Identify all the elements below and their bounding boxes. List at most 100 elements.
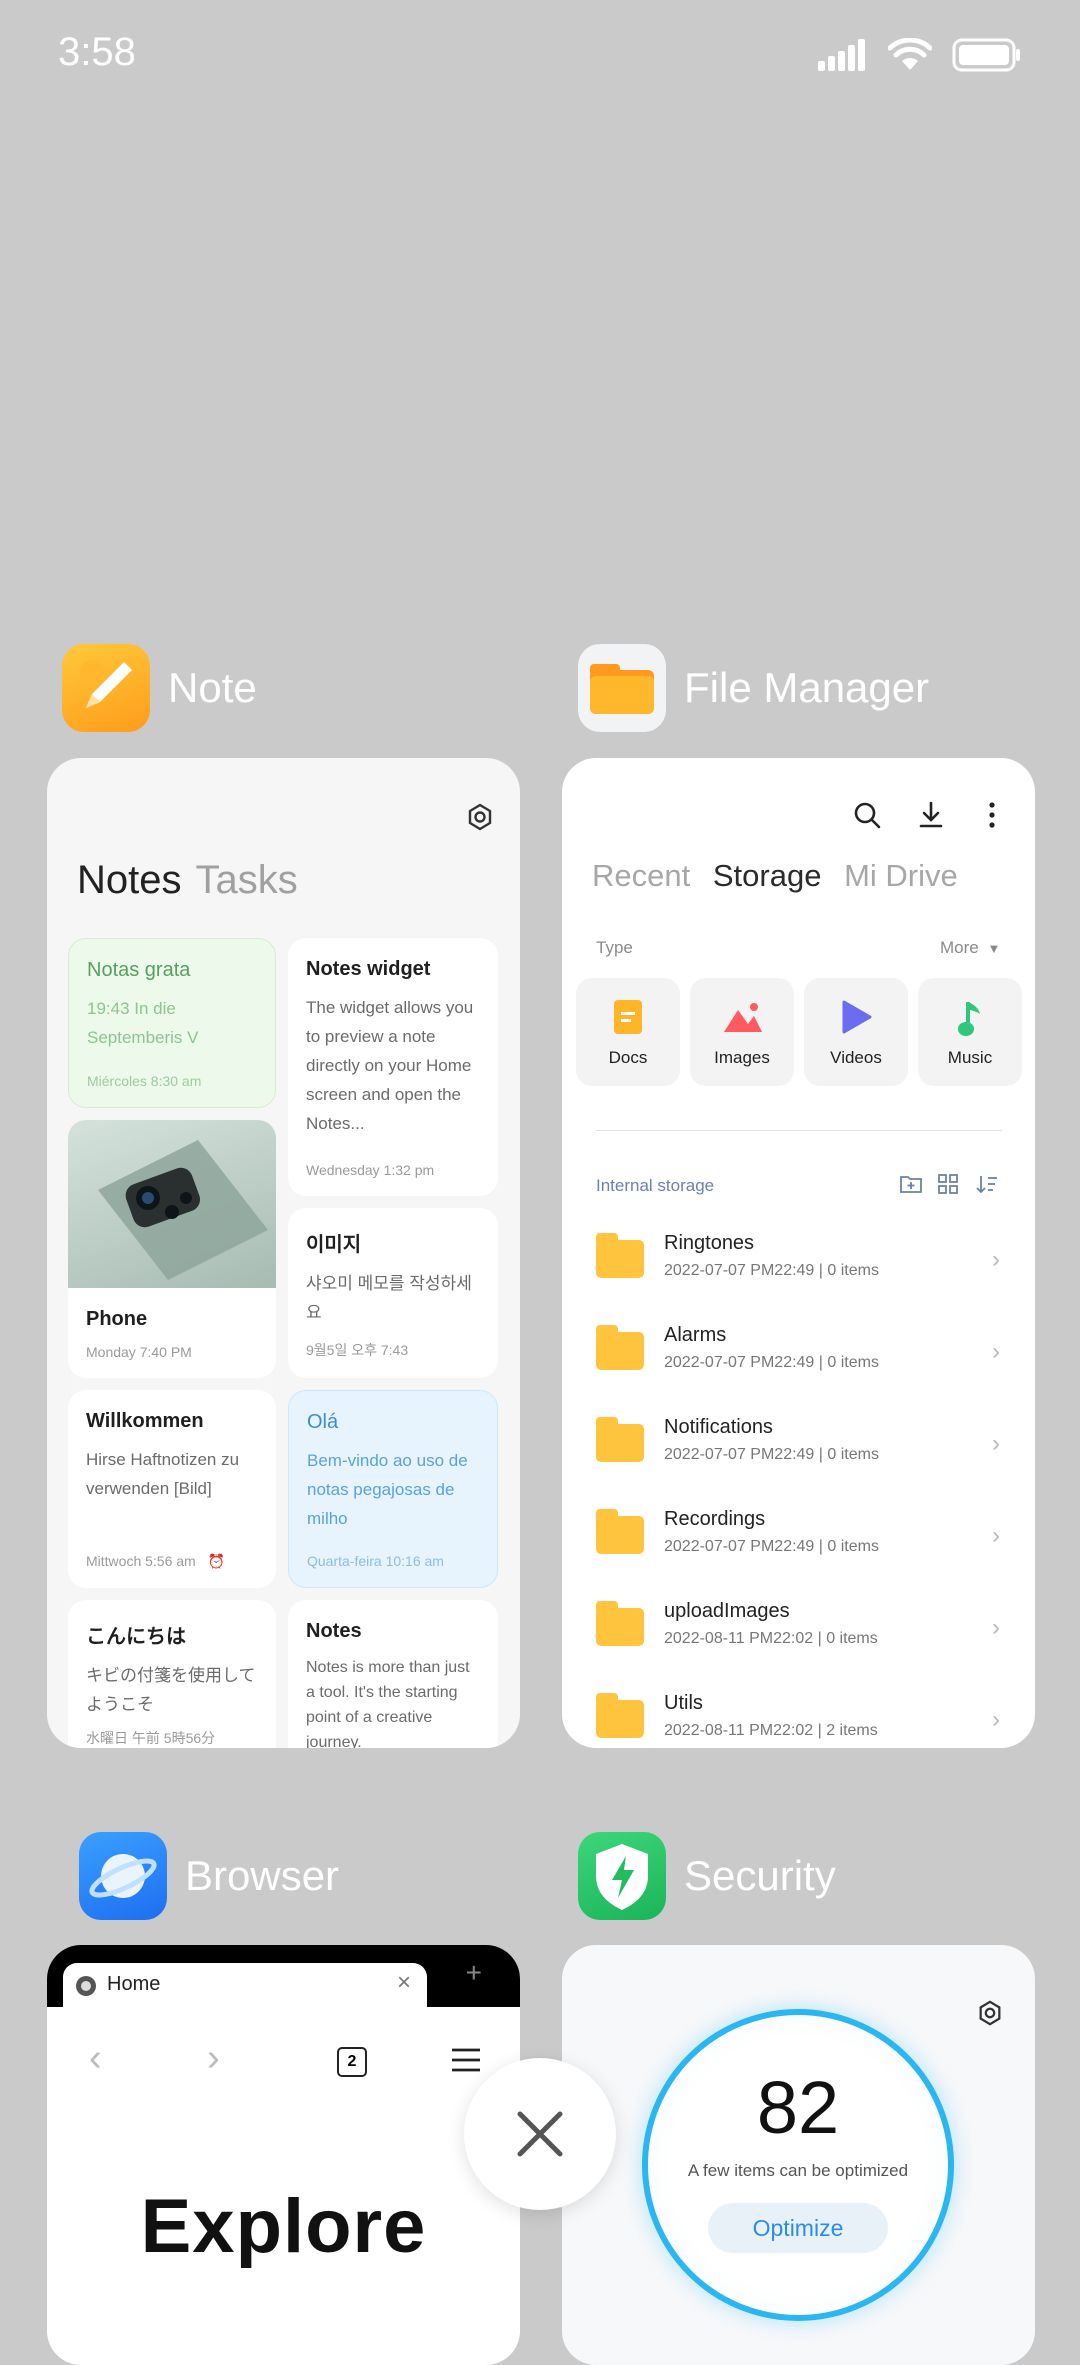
tab-tasks[interactable]: Tasks: [196, 858, 298, 902]
note-title: Notas grata: [87, 959, 191, 981]
folder-row[interactable]: Alarms 2022-07-07 PM22:49 | 0 items ›: [596, 1322, 1006, 1384]
note-card[interactable]: こんにちは キビの付箋を使用してようこそ 水曜日 午前 5時56分: [68, 1600, 276, 1748]
grid-view-icon[interactable]: [938, 1174, 958, 1194]
folder-name: Recordings: [664, 1508, 766, 1530]
file-manager-tabs: Recent Storage Mi Drive: [592, 858, 958, 894]
optimize-button[interactable]: Optimize: [708, 2203, 888, 2253]
note-title: Notes widget: [306, 958, 431, 980]
search-icon[interactable]: [852, 800, 882, 830]
chevron-down-icon: ▼: [987, 941, 1001, 956]
new-folder-icon[interactable]: [900, 1174, 922, 1194]
globe-icon: [76, 1976, 96, 1996]
browser-tab[interactable]: Home ×: [63, 1963, 427, 2007]
folder-row[interactable]: Recordings 2022-07-07 PM22:49 | 0 items …: [596, 1506, 1006, 1568]
type-videos-label: Videos: [830, 1048, 882, 1067]
note-date: Monday 7:40 PM: [86, 1344, 192, 1360]
note-date-text: Mittwoch 5:56 am: [86, 1553, 196, 1569]
status-time: 3:58: [58, 30, 136, 74]
folder-name: uploadImages: [664, 1600, 790, 1622]
more-label: More: [940, 938, 979, 957]
note-app-card[interactable]: Notes Tasks Notas grata 19:43 In die Sept…: [47, 758, 520, 1748]
file-manager-app-header[interactable]: File Manager: [578, 644, 929, 732]
chevron-right-icon: ›: [992, 1614, 1000, 1641]
note-body: 샤오미 메모를 작성하세요: [306, 1274, 472, 1322]
note-date: Quarta-feira 10:16 am: [307, 1553, 444, 1569]
videos-icon: [842, 1000, 872, 1034]
note-body: Bem-vindo ao uso de notas pegajosas de m…: [307, 1451, 468, 1528]
note-card[interactable]: Phone Monday 7:40 PM: [68, 1120, 276, 1378]
note-body: Notes is more than just a tool. It's the…: [306, 1659, 470, 1748]
folder-name: Utils: [664, 1692, 703, 1714]
note-body: The widget allows you to preview a note …: [306, 998, 474, 1133]
more-options-icon[interactable]: [982, 800, 1002, 830]
folder-name: Ringtones: [664, 1232, 755, 1254]
security-subtitle: A few items can be optimized: [687, 2161, 909, 2180]
folder-row[interactable]: uploadImages 2022-08-11 PM22:02 | 0 item…: [596, 1598, 1006, 1660]
wifi-icon: [888, 38, 932, 70]
folder-icon: [596, 1693, 644, 1738]
chevron-right-icon: ›: [992, 1430, 1000, 1457]
new-tab-icon[interactable]: +: [466, 1957, 482, 1989]
forward-icon[interactable]: ›: [207, 2037, 220, 2080]
tab-recent[interactable]: Recent: [592, 858, 690, 893]
chevron-right-icon: ›: [992, 1338, 1000, 1365]
card-clip: [562, 1748, 1035, 1808]
back-icon[interactable]: ‹: [89, 2037, 102, 2080]
note-date: 9월5일 오후 7:43: [306, 1342, 409, 1358]
tab-count-button[interactable]: 2: [337, 2047, 367, 2077]
signal-icon: [818, 39, 865, 71]
download-icon[interactable]: [916, 800, 946, 830]
menu-icon[interactable]: [451, 2047, 481, 2073]
browser-app-card[interactable]: Home × + ‹ › 2 Explore: [47, 1945, 520, 2365]
status-icons: [818, 38, 1022, 72]
folder-icon: [596, 1601, 644, 1646]
folder-meta: 2022-07-07 PM22:49 | 0 items: [664, 1538, 879, 1555]
note-app-icon: [62, 644, 150, 732]
security-app-card[interactable]: 82 A few items can be optimized Optimize: [562, 1945, 1035, 2365]
browser-app-header[interactable]: Browser: [79, 1832, 339, 1920]
type-music[interactable]: Music: [918, 978, 1022, 1086]
chevron-right-icon: ›: [992, 1246, 1000, 1273]
security-app-icon: [578, 1832, 666, 1920]
type-images[interactable]: Images: [690, 978, 794, 1086]
close-icon: [517, 2111, 563, 2157]
note-card[interactable]: 이미지 샤오미 메모를 작성하세요 9월5일 오후 7:43: [288, 1208, 498, 1378]
settings-icon[interactable]: [976, 1999, 1004, 2027]
tab-notes[interactable]: Notes: [77, 858, 182, 902]
browser-tab-title: Home: [107, 1973, 161, 1995]
note-app-name: Note: [168, 664, 257, 711]
note-card[interactable]: Notas grata 19:43 In die Septemberis V M…: [68, 938, 276, 1108]
folder-icon: [596, 1417, 644, 1462]
chevron-right-icon: ›: [992, 1522, 1000, 1549]
sort-icon[interactable]: [976, 1174, 998, 1194]
settings-icon[interactable]: [465, 802, 495, 832]
note-date: Wednesday 1:32 pm: [306, 1162, 435, 1178]
folder-row[interactable]: Notifications 2022-07-07 PM22:49 | 0 ite…: [596, 1414, 1006, 1476]
images-icon: [724, 1003, 762, 1032]
docs-icon: [614, 1000, 642, 1034]
note-date: Mittwoch 5:56 am ⏰: [86, 1553, 225, 1570]
divider: [596, 1130, 1002, 1131]
type-videos[interactable]: Videos: [804, 978, 908, 1086]
folder-meta: 2022-07-07 PM22:49 | 0 items: [664, 1446, 879, 1463]
note-app-header[interactable]: Note: [62, 644, 257, 732]
security-app-header[interactable]: Security: [578, 1832, 836, 1920]
more-types-button[interactable]: More ▼: [940, 938, 1000, 958]
note-card[interactable]: Olá Bem-vindo ao uso de notas pegajosas …: [288, 1390, 498, 1588]
type-docs[interactable]: Docs: [576, 978, 680, 1086]
clear-all-button[interactable]: [464, 2058, 616, 2210]
folder-icon: [596, 1509, 644, 1554]
tab-storage[interactable]: Storage: [713, 858, 822, 893]
close-tab-icon[interactable]: ×: [397, 1969, 411, 1997]
note-card[interactable]: Willkommen Hirse Haftnotizen zu verwende…: [68, 1390, 276, 1588]
storage-label: Internal storage: [596, 1176, 715, 1195]
note-card[interactable]: Notes widget The widget allows you to pr…: [288, 938, 498, 1196]
phone-image: [68, 1120, 276, 1288]
alarm-icon: ⏰: [207, 1553, 226, 1569]
browser-app-icon: [79, 1832, 167, 1920]
tab-mi-drive[interactable]: Mi Drive: [844, 858, 958, 893]
folder-row[interactable]: Ringtones 2022-07-07 PM22:49 | 0 items ›: [596, 1230, 1006, 1292]
note-title: Willkommen: [86, 1410, 204, 1432]
note-card[interactable]: Notes Notes is more than just a tool. It…: [288, 1600, 498, 1748]
folder-row[interactable]: Utils 2022-08-11 PM22:02 | 2 items ›: [596, 1690, 1006, 1752]
